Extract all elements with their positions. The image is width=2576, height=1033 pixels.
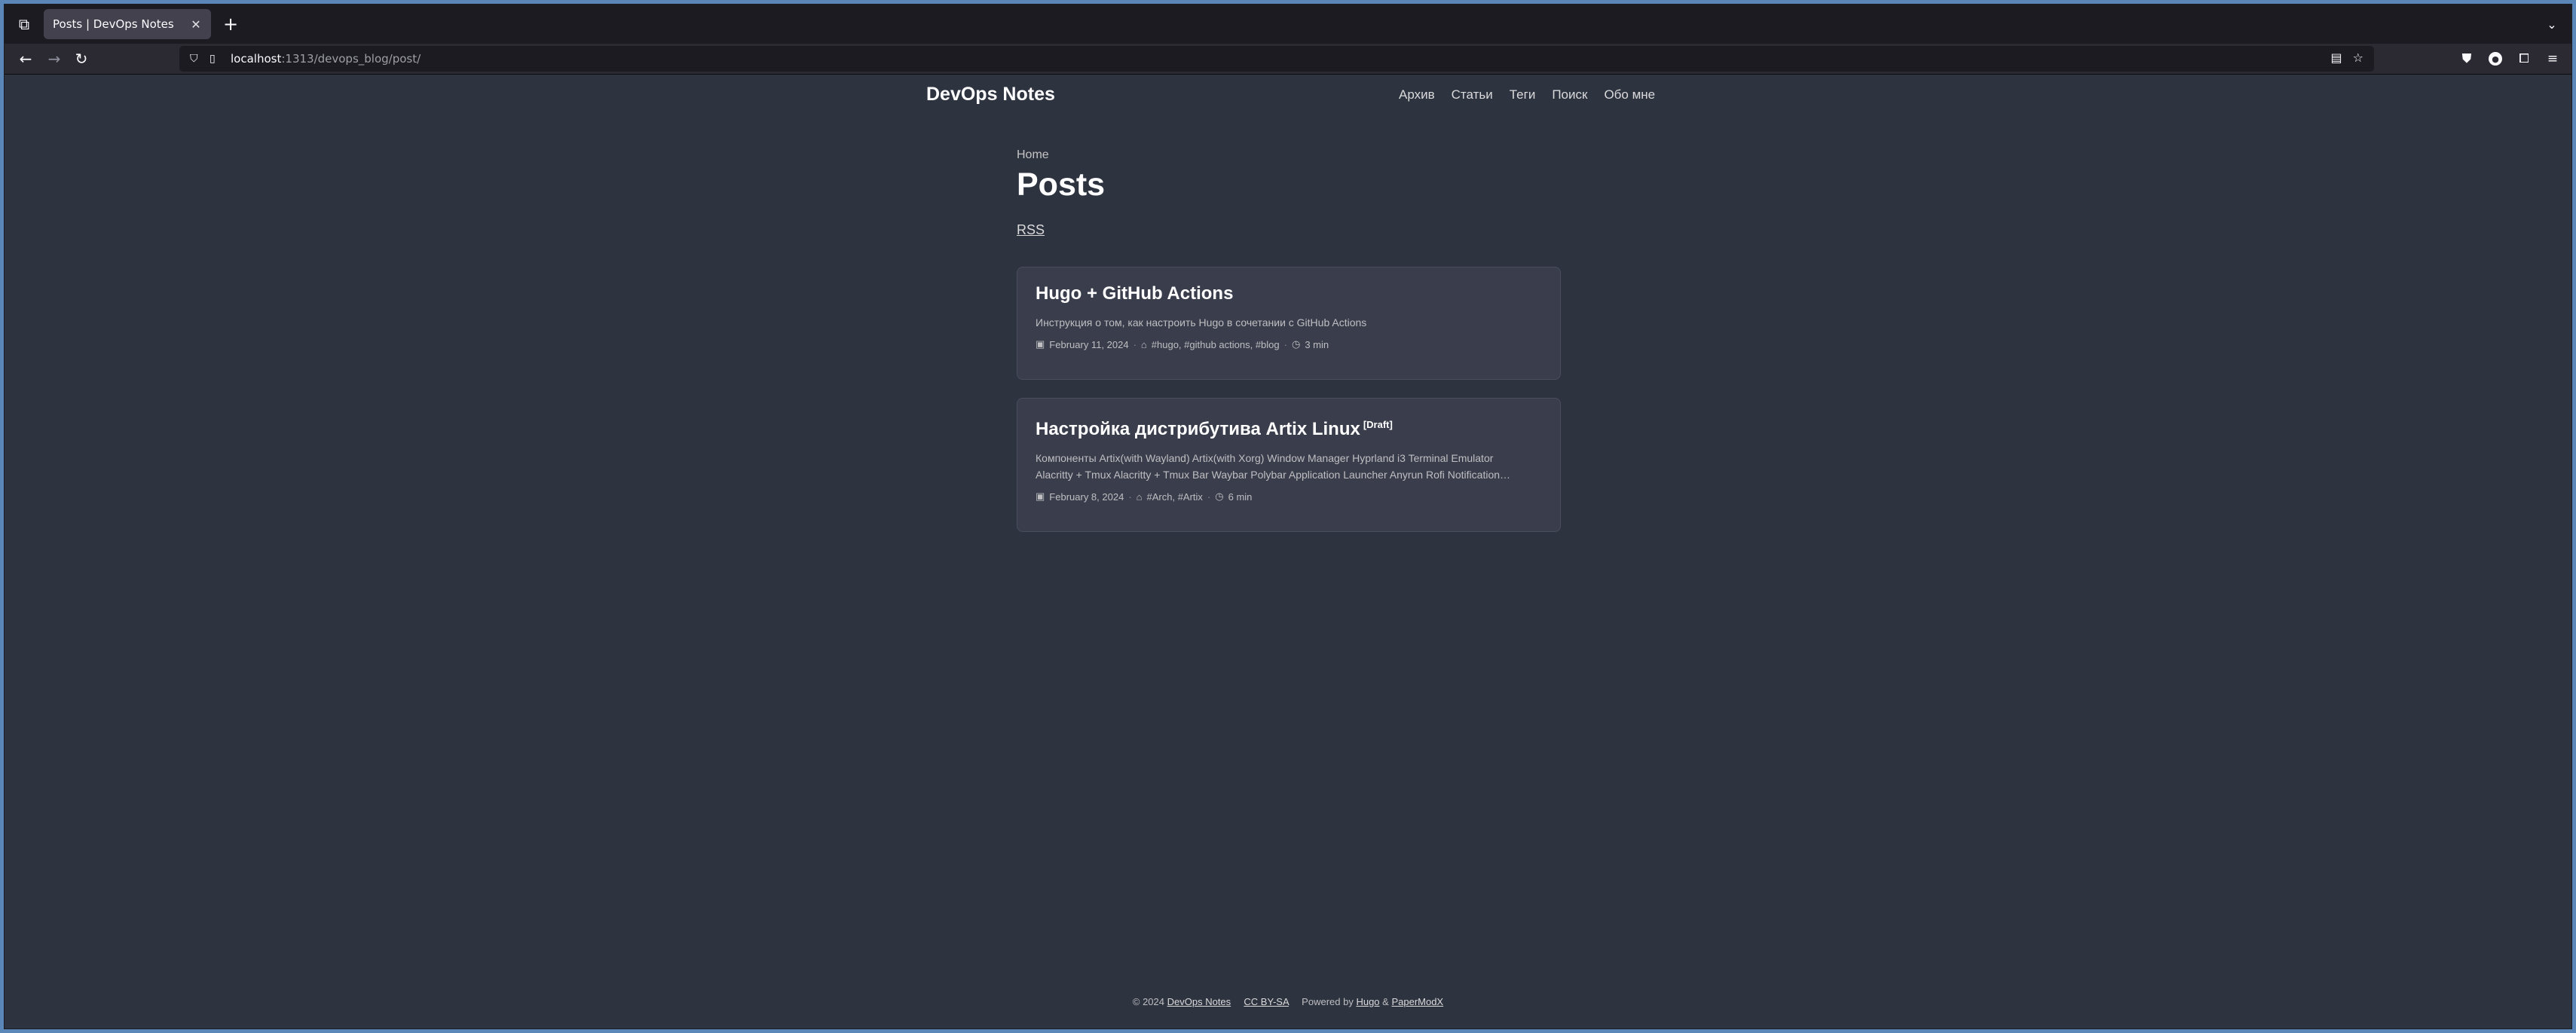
footer-site-link[interactable]: DevOps Notes xyxy=(1167,996,1231,1007)
pocket-icon[interactable]: ⛊ xyxy=(2454,47,2480,71)
footer-theme-link[interactable]: PaperModX xyxy=(1391,996,1443,1007)
post-summary: Инструкция о том, как настроить Hugo в с… xyxy=(1036,316,1367,329)
site-logo[interactable]: DevOps Notes xyxy=(926,84,1055,105)
post-tags[interactable]: #Arch, #Artix xyxy=(1147,491,1203,503)
reader-view-icon[interactable]: ▤ xyxy=(2331,50,2342,65)
post-tags[interactable]: #hugo, #github actions, #blog xyxy=(1152,339,1280,350)
post-date: February 11, 2024 xyxy=(1049,338,1129,350)
menu-item-archive[interactable]: Архив xyxy=(1399,87,1435,102)
shield-icon[interactable]: ⛉ xyxy=(190,53,205,65)
clock-icon: ◷ xyxy=(1291,338,1301,350)
tab-active[interactable]: Posts | DevOps Notes ✕ xyxy=(44,9,211,39)
tab-title: Posts | DevOps Notes xyxy=(53,17,174,31)
post-reading-time: 3 min xyxy=(1305,338,1329,350)
footer-powered: Powered by xyxy=(1302,996,1354,1007)
tag-icon: ⌂ xyxy=(1136,491,1143,503)
menu-item-search[interactable]: Поиск xyxy=(1552,87,1587,102)
post-summary-line: Alacritty + Tmux Alacritty + Tmux Bar Wa… xyxy=(1036,469,1511,481)
account-icon[interactable]: ● xyxy=(2483,47,2508,71)
forward-icon[interactable]: → xyxy=(42,47,66,71)
clock-icon: ◷ xyxy=(1215,491,1224,502)
tag-icon: ⌂ xyxy=(1140,338,1147,350)
web-page: DevOps Notes Архив Статьи Теги Поиск Обо… xyxy=(5,75,2571,1028)
footer-license-link[interactable]: CC BY-SA xyxy=(1244,996,1289,1007)
browser-window: ⧉ Posts | DevOps Notes ✕ + ⌄ ← → ↻ ⛉ ▯ l… xyxy=(5,5,2571,1028)
url-text[interactable]: localhost:1313/devops_blog/post/ xyxy=(231,52,421,66)
rss-link[interactable]: RSS xyxy=(1017,222,1045,238)
page-info-icon[interactable]: ▯ xyxy=(210,53,225,65)
menu-item-tags[interactable]: Теги xyxy=(1510,87,1536,102)
post-meta: ▣ February 8, 2024 · ⌂ #Arch, #Artix · ◷… xyxy=(1036,491,1542,503)
tab-strip: ⧉ Posts | DevOps Notes ✕ + ⌄ xyxy=(5,5,2571,44)
menu-item-posts[interactable]: Статьи xyxy=(1452,87,1493,102)
breadcrumb[interactable]: Home xyxy=(1017,148,1049,162)
menu-item-about[interactable]: Обо мне xyxy=(1604,87,1655,102)
site-menu: Архив Статьи Теги Поиск Обо мне xyxy=(1399,87,1655,102)
post-title-text: Hugo + GitHub Actions xyxy=(1036,283,1234,304)
close-icon[interactable]: ✕ xyxy=(187,17,205,32)
post-reading-time: 6 min xyxy=(1228,491,1253,503)
chevron-down-icon[interactable]: ⌄ xyxy=(2541,14,2562,35)
post-meta: ▣ February 11, 2024 · ⌂ #hugo, #github a… xyxy=(1036,338,1542,350)
footer-copyright: © 2024 xyxy=(1132,996,1164,1007)
post-title: Настройка дистрибутива Artix Linux [Draft… xyxy=(1036,414,1542,441)
calendar-icon: ▣ xyxy=(1036,491,1045,502)
url-bar[interactable]: ⛉ ▯ localhost:1313/devops_blog/post/ ▤ ☆ xyxy=(179,46,2374,72)
post-title-text: Настройка дистрибутива Artix Linux xyxy=(1036,419,1360,439)
meta-separator: · xyxy=(1128,491,1132,503)
bookmark-star-icon[interactable]: ☆ xyxy=(2353,50,2363,65)
url-host: localhost xyxy=(231,52,282,66)
meta-separator: · xyxy=(1207,491,1211,503)
meta-separator: · xyxy=(1283,338,1287,350)
page-title: Posts xyxy=(1017,167,1106,203)
calendar-icon: ▣ xyxy=(1036,338,1045,350)
post-title: Hugo + GitHub Actions xyxy=(1036,283,1542,305)
footer-hugo-link[interactable]: Hugo xyxy=(1356,996,1379,1007)
back-icon[interactable]: ← xyxy=(14,47,38,71)
post-date: February 8, 2024 xyxy=(1049,491,1124,503)
tab-list-icon[interactable]: ⧉ xyxy=(8,9,41,39)
post-card[interactable]: Hugo + GitHub Actions Инструкция о том, … xyxy=(1017,267,1561,380)
navigation-toolbar: ← → ↻ ⛉ ▯ localhost:1313/devops_blog/pos… xyxy=(5,44,2571,75)
extensions-icon[interactable]: ⧠ xyxy=(2511,47,2537,71)
post-card[interactable]: Настройка дистрибутива Artix Linux [Draft… xyxy=(1017,398,1561,532)
new-tab-icon[interactable]: + xyxy=(219,12,243,36)
post-summary: Компоненты Artix(with Wayland) Artix(wit… xyxy=(1036,450,1542,483)
footer-amp: & xyxy=(1382,996,1389,1007)
meta-separator: · xyxy=(1133,338,1137,350)
draft-badge: [Draft] xyxy=(1363,419,1393,430)
reload-icon[interactable]: ↻ xyxy=(69,47,93,71)
footer: © 2024 DevOps Notes CC BY-SA Powered by … xyxy=(5,996,2571,1007)
menu-icon[interactable]: ≡ xyxy=(2540,47,2565,71)
url-path: :1313/devops_blog/post/ xyxy=(281,52,421,66)
post-summary-line: Компоненты Artix(with Wayland) Artix(wit… xyxy=(1036,452,1494,464)
